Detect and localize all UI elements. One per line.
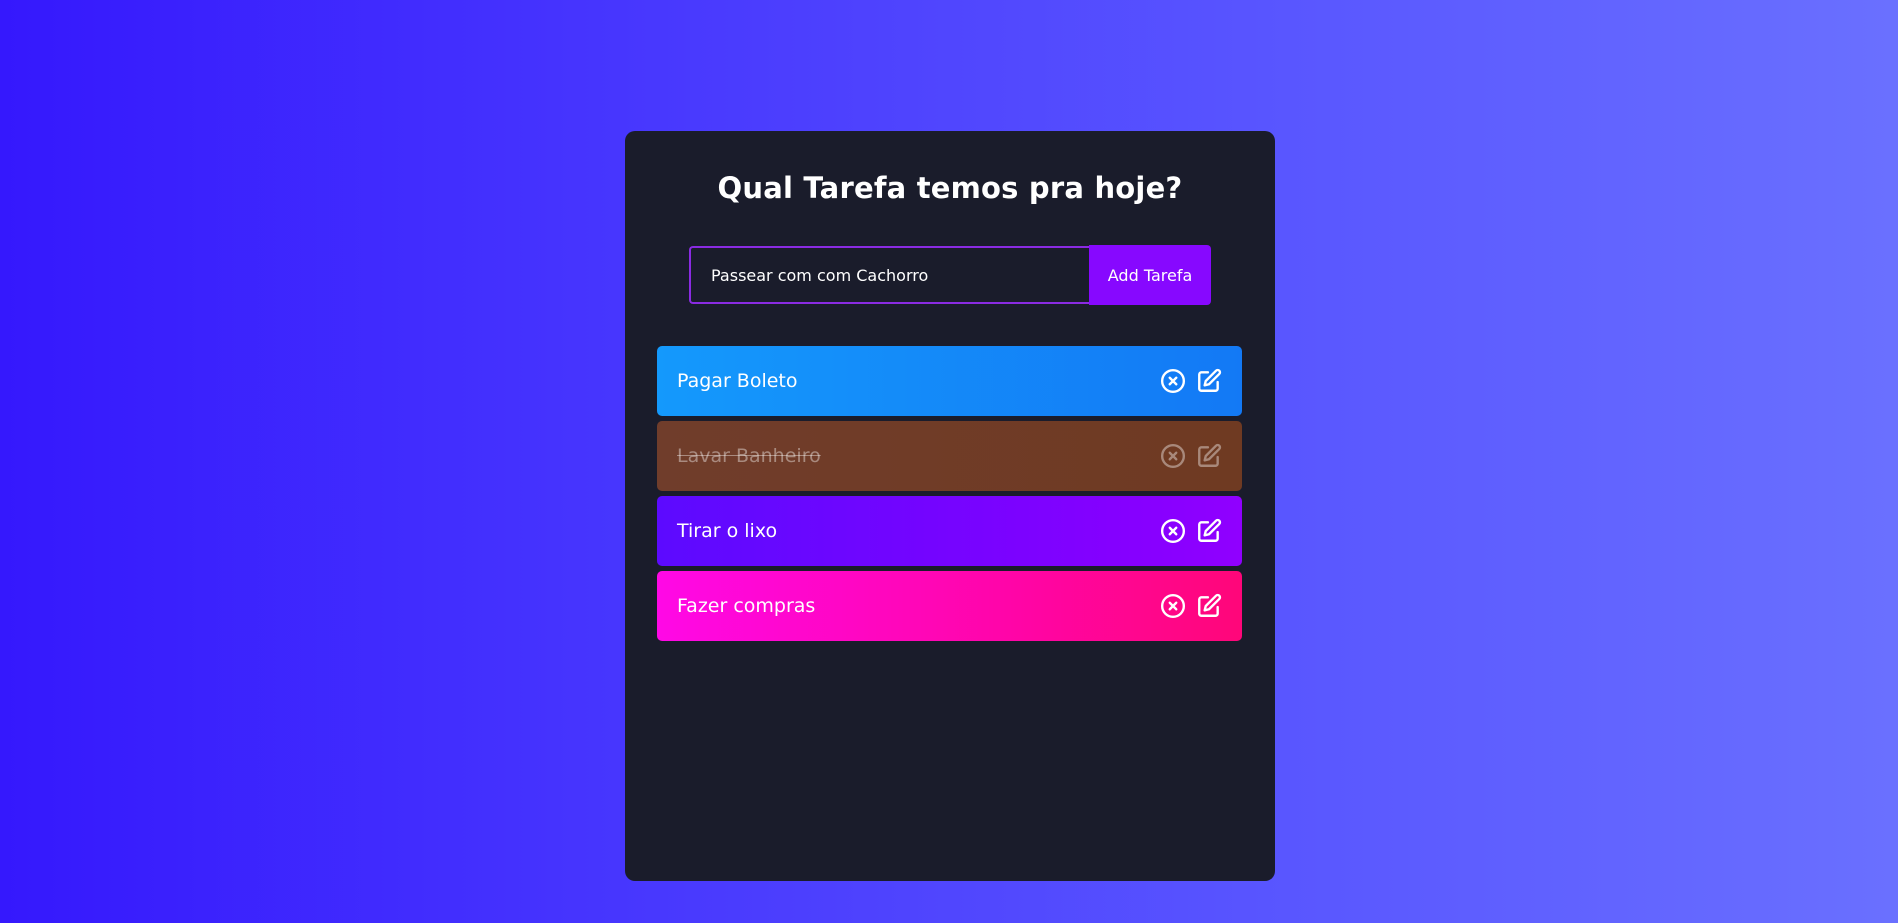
edit-icon[interactable] [1196,593,1222,619]
todo-item[interactable]: Fazer compras [657,571,1242,641]
close-circle-icon[interactable] [1160,518,1186,544]
todo-item[interactable]: Pagar Boleto [657,346,1242,416]
todo-item-actions [1160,593,1222,619]
task-input[interactable] [689,246,1089,304]
edit-icon[interactable] [1196,518,1222,544]
close-circle-icon[interactable] [1160,593,1186,619]
edit-icon[interactable] [1196,368,1222,394]
close-circle-icon[interactable] [1160,443,1186,469]
edit-icon[interactable] [1196,443,1222,469]
add-task-button[interactable]: Add Tarefa [1089,245,1211,305]
todo-item-text[interactable]: Lavar Banheiro [677,445,821,467]
todo-form: Add Tarefa [689,245,1211,305]
todo-item-actions [1160,443,1222,469]
todo-item[interactable]: Lavar Banheiro [657,421,1242,491]
todo-item-actions [1160,518,1222,544]
todo-app-card: Qual Tarefa temos pra hoje? Add Tarefa P… [625,131,1275,881]
todo-item-actions [1160,368,1222,394]
page-title: Qual Tarefa temos pra hoje? [717,171,1183,205]
close-circle-icon[interactable] [1160,368,1186,394]
todo-list: Pagar Boleto Lavar Banheiro Tirar o lixo… [657,346,1242,646]
todo-item-text[interactable]: Tirar o lixo [677,520,777,542]
todo-item-text[interactable]: Pagar Boleto [677,370,798,392]
todo-item[interactable]: Tirar o lixo [657,496,1242,566]
todo-item-text[interactable]: Fazer compras [677,595,815,617]
